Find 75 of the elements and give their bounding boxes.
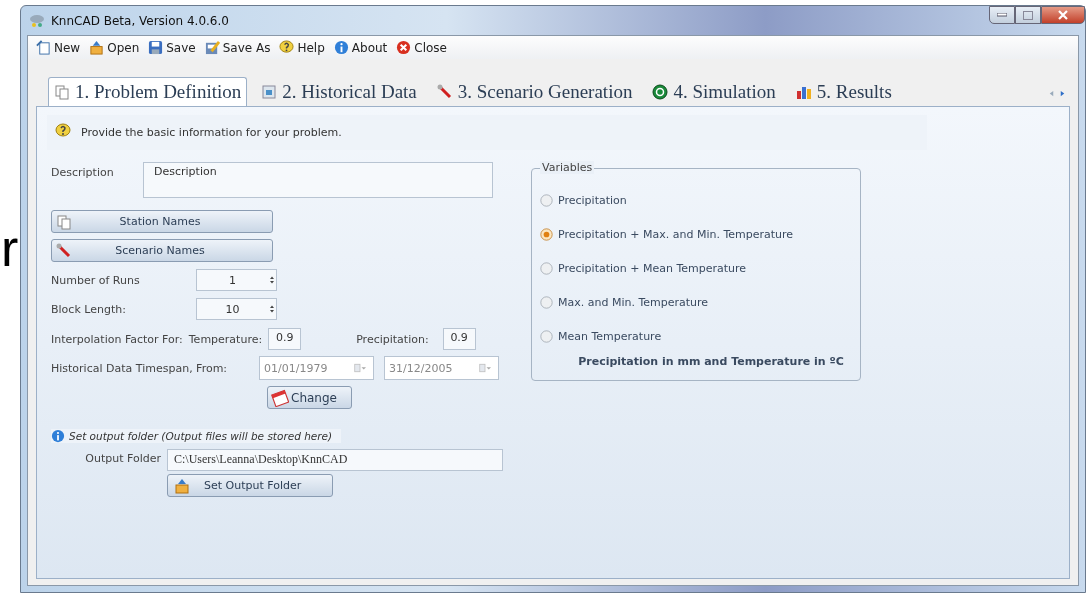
radio-option[interactable]: Precipitation + Max. and Min. Temperature: [540, 217, 852, 251]
spinner-field[interactable]: 10: [196, 298, 277, 320]
chart-icon: [795, 84, 812, 100]
units-note: Precipitation in mm and Temperature in ºC: [577, 355, 845, 368]
minimize-icon: [997, 13, 1007, 17]
number-field[interactable]: 0.9: [268, 328, 302, 350]
field-label: Block Length:: [51, 302, 126, 316]
info-icon: [51, 429, 65, 443]
toolbar-button[interactable]: About: [333, 40, 388, 55]
spinner-arrows-icon: [268, 274, 276, 286]
close-icon: [396, 40, 412, 55]
folder-field[interactable]: C:\Users\Leanna\Desktop\KnnCAD: [167, 449, 503, 471]
help-icon: [279, 40, 295, 55]
scroll-left-icon: [1048, 89, 1055, 98]
hint-text: Set output folder (Output files will be stored here): [69, 430, 333, 442]
radio-option[interactable]: Precipitation: [540, 183, 852, 217]
field-label: Interpolation Factor For:: [51, 332, 183, 346]
window-title: KnnCAD Beta, Version 4.0.6.0: [51, 13, 229, 28]
date-field[interactable]: 31/12/2005: [384, 356, 500, 380]
go-icon: [652, 84, 669, 100]
toolbar-button[interactable]: Open: [89, 40, 140, 55]
tab[interactable]: 3. Scenario Generation: [430, 77, 639, 106]
tab[interactable]: 2. Historical Data: [255, 77, 423, 106]
spinner-field[interactable]: 1: [196, 269, 277, 291]
minimize-button[interactable]: [989, 6, 1015, 24]
close-button[interactable]: [1041, 6, 1085, 24]
info-text: Provide the basic information for your problem.: [81, 126, 342, 139]
radio-button[interactable]: [540, 227, 553, 241]
pages-icon: [56, 213, 72, 230]
tab[interactable]: 4. Simulation: [646, 77, 782, 106]
field-label: Precipitation:: [356, 332, 429, 346]
scroll-right-icon: [1059, 89, 1066, 98]
wrench-icon: [436, 84, 453, 100]
folder-icon: [174, 477, 190, 494]
toolbar-button[interactable]: New: [36, 40, 81, 55]
names-button[interactable]: Scenario Names: [51, 239, 273, 262]
wrench-icon: [56, 242, 72, 259]
field-label: Historical Data Timespan, From:: [51, 361, 228, 375]
radio-option[interactable]: Max. and Min. Temperature: [540, 285, 852, 319]
app-icon: [29, 13, 45, 28]
maximize-icon: [1023, 10, 1033, 20]
toolbar-button[interactable]: Save: [148, 40, 196, 55]
radio-button[interactable]: [540, 193, 553, 207]
toolbar-button[interactable]: Help: [279, 40, 325, 55]
radio-option[interactable]: Mean Temperature: [540, 319, 852, 353]
radio-button[interactable]: [540, 295, 553, 309]
field-label: Number of Runs: [51, 273, 140, 287]
spinner-arrows-icon: [268, 303, 276, 315]
description-field[interactable]: Description: [143, 162, 493, 198]
help-icon: [55, 123, 71, 139]
pages-icon: [54, 84, 70, 100]
field-label: Temperature:: [188, 332, 263, 346]
change-button[interactable]: Change: [267, 386, 352, 409]
tab[interactable]: 1. Problem Definition: [48, 77, 248, 106]
radio-button[interactable]: [540, 329, 553, 343]
calendar-icon: [271, 388, 289, 407]
names-button[interactable]: Station Names: [51, 210, 273, 233]
close-icon: [1058, 10, 1068, 20]
new-document-icon: [36, 40, 51, 55]
set-folder-button[interactable]: Set Output Folder: [167, 474, 333, 497]
tab[interactable]: 5. Results: [789, 77, 898, 106]
maximize-button[interactable]: [1015, 6, 1041, 24]
radio-option[interactable]: Precipitation + Mean Temperature: [540, 251, 852, 285]
field-label: Output Folder: [84, 451, 162, 465]
date-field[interactable]: 01/01/1979: [259, 356, 375, 380]
toolbar-button[interactable]: Save As: [204, 40, 271, 55]
background-text: r: [1, 222, 19, 274]
document-icon: [261, 84, 278, 100]
toolbar-button[interactable]: Close: [396, 40, 447, 55]
number-field[interactable]: 0.9: [442, 328, 476, 350]
folder-icon: [89, 40, 105, 55]
radio-button[interactable]: [540, 261, 553, 275]
description-label: Description: [51, 165, 115, 179]
group-title: Variables: [540, 161, 595, 174]
info-icon: [333, 40, 349, 55]
